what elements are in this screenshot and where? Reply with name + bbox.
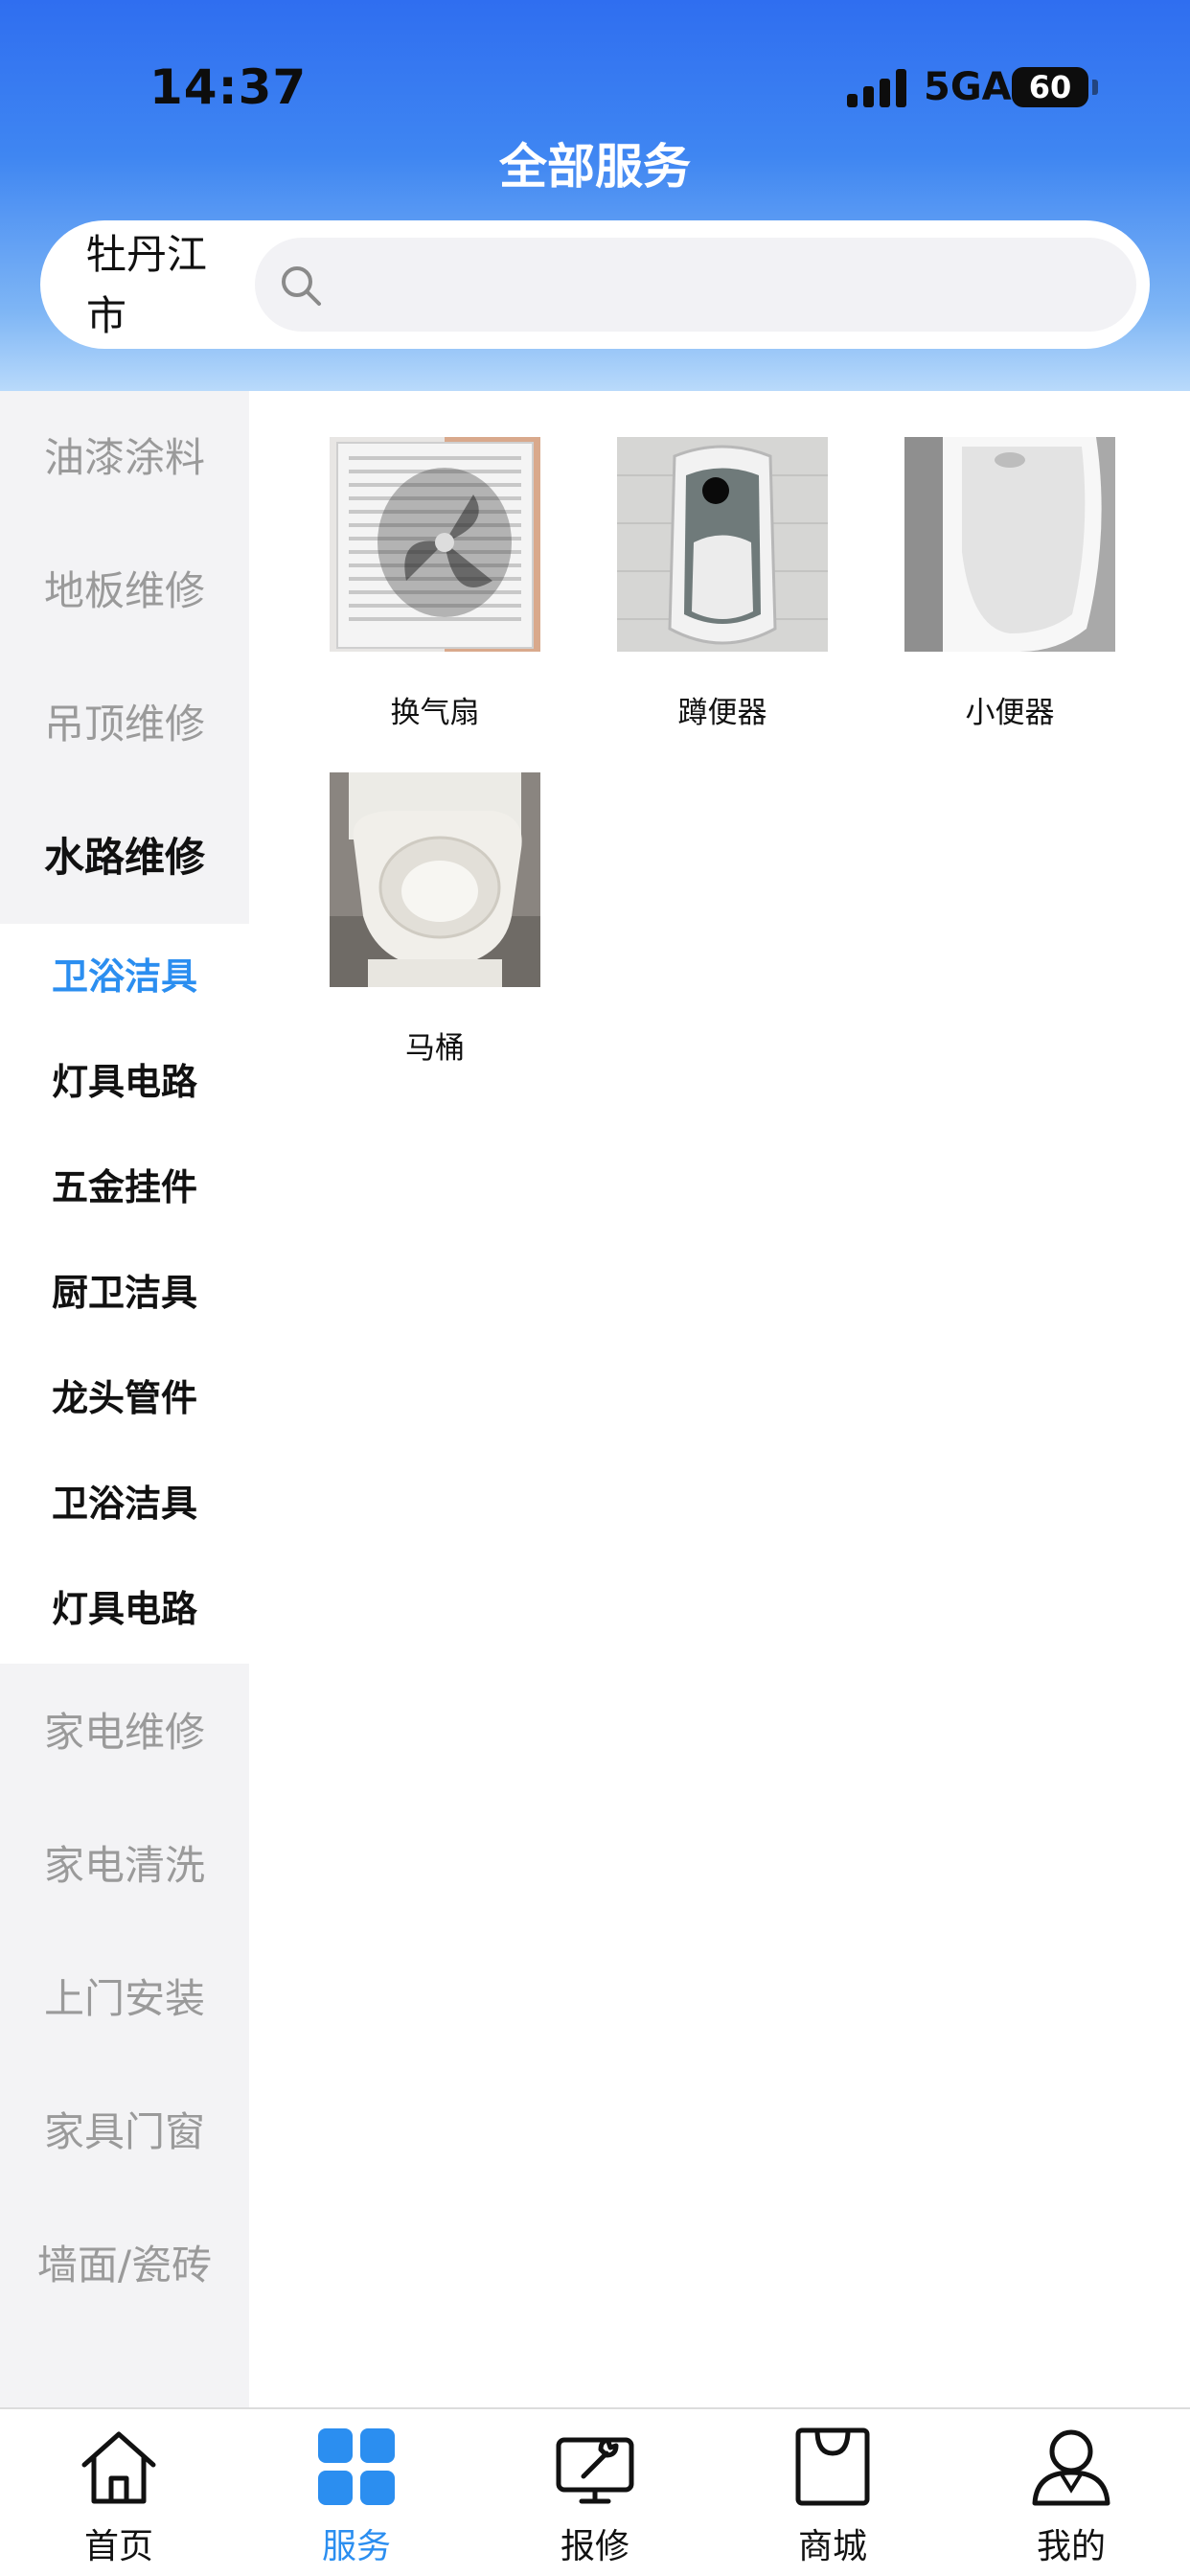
tab-label: 报修 [560,2527,629,2566]
header: 14:37 5GA 60 全部服务 牡丹江市 [0,0,1190,391]
product-name: 蹲便器 [677,696,767,730]
network-type: 5GA [924,65,1012,109]
bottom-tab-bar: 首页 服务 报修 商城 我的 [0,2407,1190,2576]
search-bar: 牡丹江市 [40,220,1150,349]
battery-icon: 60 [1012,67,1088,107]
tab-label: 我的 [1036,2527,1106,2566]
sidebar-item-paint[interactable]: 油漆涂料 [0,391,249,525]
tab-service[interactable]: 服务 [238,2409,475,2576]
sub-item-bathroom-2[interactable]: 卫浴洁具 [0,1451,249,1556]
tab-profile[interactable]: 我的 [952,2409,1190,2576]
sub-item-kitchen-bath[interactable]: 厨卫洁具 [0,1240,249,1346]
sidebar-item-wall-tile[interactable]: 墙面/瓷砖 [0,2198,249,2333]
battery-level: 60 [1028,69,1072,105]
sub-item-lighting-2[interactable]: 灯具电路 [0,1556,249,1662]
signal-icon [847,69,906,107]
search-icon [282,266,321,306]
status-time: 14:37 [149,59,308,115]
sub-item-bathroom[interactable]: 卫浴洁具 [0,924,249,1029]
tab-label: 首页 [83,2527,153,2566]
page-title: 全部服务 [499,139,691,195]
home-icon [81,2431,156,2504]
repair-monitor-icon [556,2437,634,2504]
product-name: 换气扇 [390,696,480,730]
sidebar-item-plumbing[interactable]: 水路维修 [0,791,249,925]
category-sidebar: 油漆涂料 地板维修 吊顶维修 水路维修 卫浴洁具 灯具电路 五金挂件 厨卫洁具 … [0,391,249,2407]
toilet-image [330,772,540,987]
squat-toilet-image [617,437,828,652]
product-name: 马桶 [405,1031,465,1066]
sidebar-item-ceiling[interactable]: 吊顶维修 [0,657,249,792]
product-grid: 换气扇 蹲便器 小便器 马桶 [249,391,1190,2407]
sidebar-item-floor[interactable]: 地板维修 [0,524,249,658]
city-selector[interactable]: 牡丹江市 [86,224,230,347]
sidebar-item-appliance-clean[interactable]: 家电清洗 [0,1799,249,1933]
battery-cap [1092,80,1098,95]
search-input[interactable] [255,238,1136,332]
sub-item-hardware[interactable]: 五金挂件 [0,1135,249,1240]
urinal-image [904,437,1115,652]
tab-home[interactable]: 首页 [0,2409,238,2576]
sidebar-item-furniture[interactable]: 家具门窗 [0,2065,249,2199]
sub-item-faucet[interactable]: 龙头管件 [0,1346,249,1451]
tab-label: 服务 [321,2527,391,2566]
tab-repair[interactable]: 报修 [476,2409,714,2576]
sidebar-item-appliance-repair[interactable]: 家电维修 [0,1666,249,1800]
shopping-bag-icon [795,2427,870,2506]
sidebar-item-installation[interactable]: 上门安装 [0,1932,249,2066]
exhaust-fan-image [330,437,540,652]
tab-mall[interactable]: 商城 [714,2409,951,2576]
tab-label: 商城 [797,2527,867,2566]
sub-item-lighting[interactable]: 灯具电路 [0,1029,249,1135]
user-icon [1032,2429,1110,2506]
product-name: 小便器 [965,696,1055,730]
grid-icon [318,2428,395,2505]
sub-category-list: 卫浴洁具 灯具电路 五金挂件 厨卫洁具 龙头管件 卫浴洁具 灯具电路 [0,924,249,1664]
